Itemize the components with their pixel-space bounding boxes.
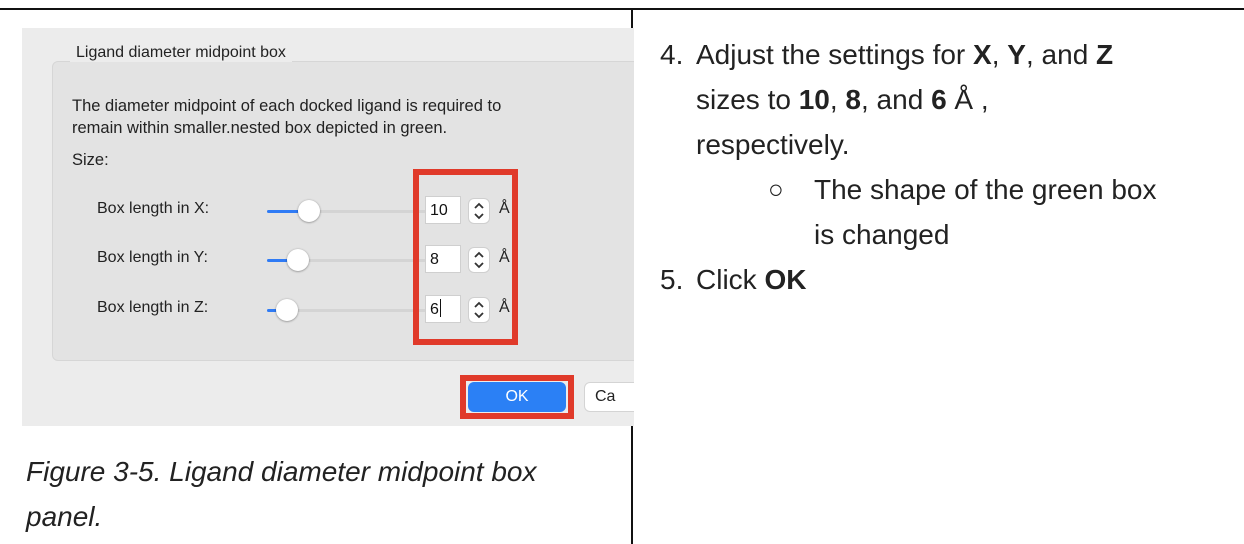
- description-line-2: remain within smaller.nested box depicte…: [72, 119, 448, 137]
- document-table: Ligand diameter midpoint box The diamete…: [0, 0, 1244, 544]
- box-length-z-slider-knob[interactable]: [276, 299, 298, 321]
- separator: , and: [861, 84, 932, 115]
- separator: ,: [829, 84, 846, 115]
- step-4-line-2: sizes to 10, 8, and 6 Å ,: [696, 77, 1240, 122]
- row-box-length-x: Box length in X: 10 Å: [22, 194, 634, 228]
- row-box-length-y: Box length in Y: 8 Å: [22, 243, 634, 277]
- step-4-line-3: respectively.: [696, 129, 850, 160]
- box-length-y-slider-knob[interactable]: [287, 249, 309, 271]
- box-length-x-slider-fill: [267, 210, 299, 213]
- step-4-text: sizes to: [696, 84, 799, 115]
- figure-caption: Figure 3-5. Ligand diameter midpoint box…: [26, 449, 626, 539]
- ok-button-highlight: [460, 375, 574, 419]
- box-length-x-label: Box length in X:: [97, 200, 210, 217]
- box-length-y-label: Box length in Y:: [97, 249, 208, 266]
- step-4-line-1: Adjust the settings for X, Y, and Z: [696, 32, 1240, 77]
- step-4: 4. Adjust the settings for X, Y, and Z s…: [660, 32, 1240, 257]
- step-4-sub-bullet: ○ The shape of the green box is changed: [696, 167, 1240, 257]
- caption-line-1: Figure 3-5. Ligand diameter midpoint box: [26, 456, 537, 487]
- table-top-border: [0, 8, 1244, 10]
- step-4-number: 4.: [660, 39, 684, 70]
- value-10: 10: [798, 84, 830, 115]
- instruction-steps: 4. Adjust the settings for X, Y, and Z s…: [660, 32, 1240, 302]
- dialog-screenshot: Ligand diameter midpoint box The diamete…: [22, 28, 634, 426]
- sub-bullet-line-1: The shape of the green box: [814, 174, 1157, 205]
- box-length-z-label: Box length in Z:: [97, 299, 209, 316]
- step-5-text: Click: [696, 264, 765, 295]
- separator: , and: [1025, 39, 1097, 70]
- caption-line-2: panel.: [26, 501, 103, 532]
- axis-y: Y: [1007, 39, 1026, 70]
- axis-x: X: [973, 39, 992, 70]
- value-6: 6: [931, 84, 947, 115]
- step-5-ok: OK: [764, 264, 807, 295]
- axis-z: Z: [1096, 39, 1114, 70]
- step-4-text: Adjust the settings for: [696, 39, 974, 70]
- unit-angstrom: Å ,: [946, 84, 989, 115]
- box-length-y-slider-fill: [267, 259, 288, 262]
- size-label: Size:: [72, 151, 109, 169]
- step-5: 5. Click OK: [660, 257, 1240, 302]
- value-fields-highlight: [413, 169, 518, 345]
- step-5-line: Click OK: [696, 257, 1240, 302]
- box-length-x-slider-knob[interactable]: [298, 200, 320, 222]
- value-8: 8: [845, 84, 861, 115]
- hollow-bullet-icon: ○: [768, 174, 784, 204]
- group-title: Ligand diameter midpoint box: [70, 44, 292, 62]
- description-line-1: The diameter midpoint of each docked lig…: [72, 97, 502, 115]
- separator: ,: [991, 39, 1008, 70]
- row-box-length-z: Box length in Z: 6 Å: [22, 293, 634, 327]
- step-5-number: 5.: [660, 264, 684, 295]
- cancel-button[interactable]: Ca: [584, 382, 634, 412]
- sub-bullet-line-2: is changed: [814, 219, 950, 250]
- group-description: The diameter midpoint of each docked lig…: [72, 95, 634, 139]
